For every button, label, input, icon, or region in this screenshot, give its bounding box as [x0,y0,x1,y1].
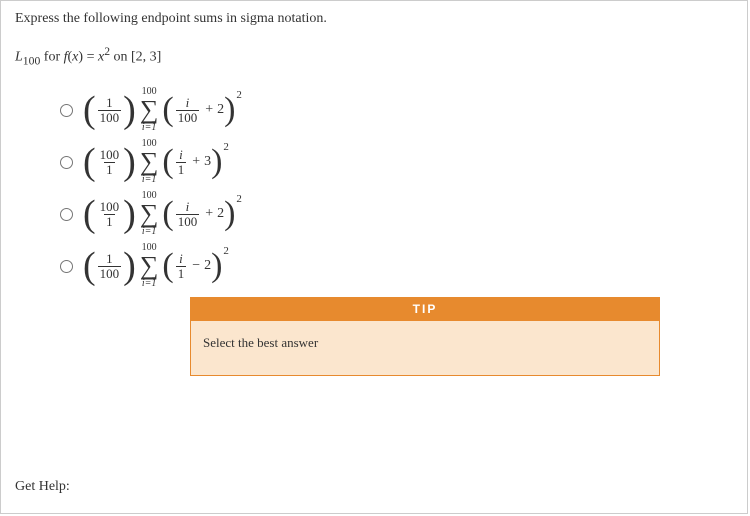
question-prompt: Express the following endpoint sums in s… [15,11,733,27]
option-2-radio[interactable] [60,156,73,169]
question-container: Express the following endpoint sums in s… [0,0,748,514]
tip-body: Select the best answer [190,321,660,376]
tip-box: TIP Select the best answer [190,297,660,376]
option-2-expression: ( 1001 ) 100 ∑ i=1 ( i1 + 3 ) 2 [83,139,229,185]
option-2[interactable]: ( 1001 ) 100 ∑ i=1 ( i1 + 3 ) 2 [55,139,733,185]
get-help-label: Get Help: [15,479,70,495]
question-subprompt: L100 for f(x) = x2 on [2, 3] [15,45,733,67]
option-3-radio[interactable] [60,208,73,221]
option-1-radio[interactable] [60,104,73,117]
option-3[interactable]: ( 1001 ) 100 ∑ i=1 ( i100 + 2 ) 2 [55,191,733,237]
option-3-expression: ( 1001 ) 100 ∑ i=1 ( i100 + 2 ) 2 [83,191,242,237]
options-group: ( 1100 ) 100 ∑ i=1 ( i100 + 2 ) 2 ( [55,87,733,289]
option-1[interactable]: ( 1100 ) 100 ∑ i=1 ( i100 + 2 ) 2 [55,87,733,133]
option-4-expression: ( 1100 ) 100 ∑ i=1 ( i1 − 2 ) 2 [83,243,229,289]
option-4[interactable]: ( 1100 ) 100 ∑ i=1 ( i1 − 2 ) 2 [55,243,733,289]
option-1-expression: ( 1100 ) 100 ∑ i=1 ( i100 + 2 ) 2 [83,87,242,133]
tip-header: TIP [190,297,660,321]
option-4-radio[interactable] [60,260,73,273]
